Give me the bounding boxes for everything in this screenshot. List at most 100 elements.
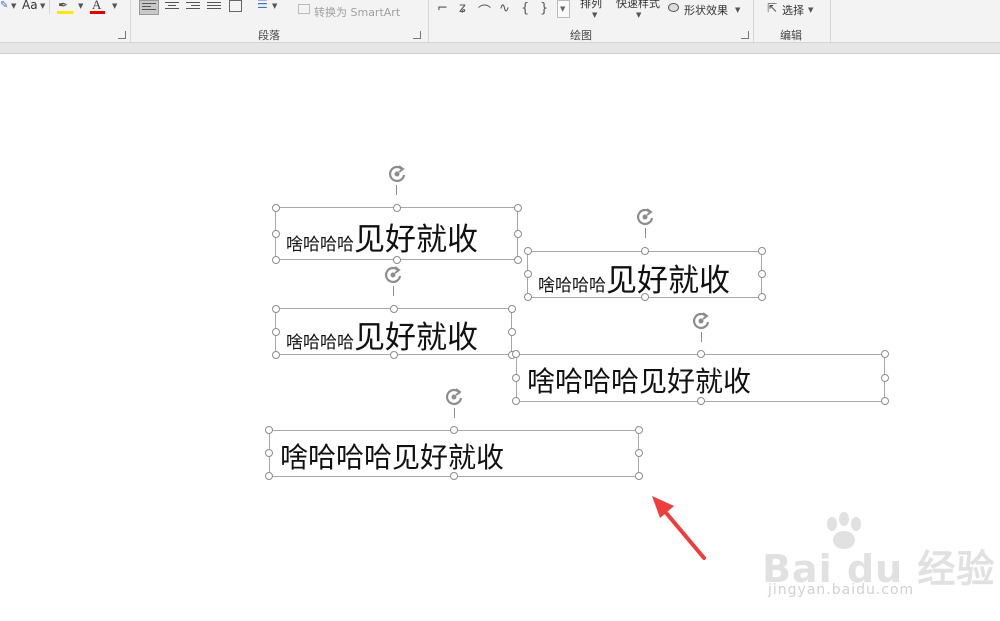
justify-icon[interactable] (207, 0, 221, 12)
resize-handle[interactable] (393, 256, 401, 264)
resize-handle[interactable] (508, 328, 516, 336)
resize-handle[interactable] (758, 293, 766, 301)
chevron-down-icon: ▼ (735, 6, 741, 14)
shape-effects-button[interactable]: 形状效果 (684, 2, 728, 18)
change-case-button[interactable]: Aa (22, 0, 38, 12)
resize-handle[interactable] (265, 449, 273, 457)
rotate-handle-icon[interactable] (386, 163, 408, 185)
right-brace-icon[interactable]: } (540, 1, 548, 16)
resize-handle[interactable] (697, 397, 705, 405)
divider (753, 0, 754, 42)
resize-handle[interactable] (272, 204, 280, 212)
text-box-4-text[interactable]: 啥哈哈哈见好就收 (527, 360, 751, 400)
chevron-down-icon: ▼ (40, 2, 46, 10)
rotate-handle-icon[interactable] (690, 310, 712, 332)
paragraph-dialog-launcher[interactable] (413, 31, 421, 39)
resize-handle[interactable] (272, 230, 280, 238)
resize-handle[interactable] (514, 230, 522, 238)
rotate-handle-icon[interactable] (634, 206, 656, 228)
freeform-shape-icon[interactable]: ⌐ (437, 1, 448, 16)
group-label-drawing: 绘图 (570, 29, 592, 42)
ribbon-bottom-bar (0, 43, 1000, 54)
resize-handle[interactable] (635, 449, 643, 457)
shapes-gallery-more-button[interactable]: ▼ (557, 0, 570, 18)
resize-handle[interactable] (641, 247, 649, 255)
rotate-handle-icon[interactable] (382, 264, 404, 286)
smartart-icon (298, 4, 310, 14)
arc-shape-icon[interactable]: ⌒ (478, 1, 491, 20)
resize-handle[interactable] (265, 426, 273, 434)
text-box-5-text[interactable]: 啥哈哈哈见好就收 (280, 436, 504, 476)
highlight-swatch (57, 11, 73, 14)
scribble-shape-icon[interactable]: ʑ (459, 1, 466, 16)
font-dialog-launcher[interactable] (118, 31, 126, 39)
rotate-handle-icon[interactable] (443, 386, 465, 408)
resize-handle[interactable] (758, 247, 766, 255)
resize-handle[interactable] (514, 204, 522, 212)
quick-styles-button[interactable]: 快速样式 (616, 0, 660, 11)
text-box-2[interactable]: 啥哈哈哈见好就收 (527, 251, 762, 300)
ribbon: ✎ ▼ Aa ▼ ✒ ▼ A ▼ ☰ ▼ 转换为 SmartArt 段落 ⌐ ʑ… (0, 0, 1000, 43)
chevron-down-icon: ▼ (636, 11, 642, 19)
divider (428, 0, 429, 42)
group-label-editing: 编辑 (780, 29, 802, 42)
resize-handle[interactable] (508, 305, 516, 313)
arrange-button[interactable]: 排列 (580, 0, 602, 11)
resize-handle[interactable] (697, 350, 705, 358)
resize-handle[interactable] (393, 204, 401, 212)
watermark-url: jingyan.baidu.com (768, 582, 915, 598)
curve-shape-icon[interactable]: ∿ (499, 1, 510, 16)
align-center-icon[interactable] (165, 0, 179, 12)
text-box-3-text[interactable]: 啥哈哈哈见好就收 (286, 312, 478, 357)
resize-handle[interactable] (635, 472, 643, 480)
chevron-down-icon: ▼ (272, 2, 278, 10)
align-left-icon (142, 1, 156, 13)
align-right-icon[interactable] (186, 0, 200, 12)
resize-handle[interactable] (524, 293, 532, 301)
cursor-icon: ⇱ (767, 1, 778, 15)
drawing-dialog-launcher[interactable] (741, 31, 749, 39)
resize-handle[interactable] (512, 374, 520, 382)
resize-handle[interactable] (758, 270, 766, 278)
rotate-stem (396, 185, 397, 195)
chevron-down-icon: ▼ (560, 5, 566, 13)
rotate-stem (393, 286, 394, 296)
text-box-4[interactable]: 啥哈哈哈见好就收 (516, 354, 885, 402)
resize-handle[interactable] (514, 256, 522, 264)
resize-handle[interactable] (641, 293, 649, 301)
text-box-3[interactable]: 啥哈哈哈见好就收 (275, 308, 512, 357)
resize-handle[interactable] (390, 351, 398, 359)
resize-handle[interactable] (450, 426, 458, 434)
columns-icon[interactable] (229, 0, 242, 12)
convert-smartart-button[interactable]: 转换为 SmartArt (314, 4, 400, 20)
text-small-run: 啥哈哈哈 (286, 235, 354, 255)
resize-handle[interactable] (512, 350, 520, 358)
resize-handle[interactable] (272, 305, 280, 313)
text-large-run: 见好就收 (354, 320, 478, 356)
resize-handle[interactable] (272, 328, 280, 336)
group-label-paragraph: 段落 (258, 29, 280, 42)
text-direction-icon[interactable]: ✎ (0, 0, 8, 11)
resize-handle[interactable] (635, 426, 643, 434)
text-box-5[interactable]: 啥哈哈哈见好就收 (269, 430, 639, 477)
text-box-1[interactable]: 啥哈哈哈见好就收 (275, 207, 518, 260)
rotate-stem (645, 228, 646, 238)
resize-handle[interactable] (881, 350, 889, 358)
resize-handle[interactable] (272, 256, 280, 264)
resize-handle[interactable] (881, 397, 889, 405)
resize-handle[interactable] (524, 247, 532, 255)
text-box-1-text[interactable]: 啥哈哈哈见好就收 (286, 214, 478, 259)
resize-handle[interactable] (881, 374, 889, 382)
resize-handle[interactable] (450, 472, 458, 480)
baidu-watermark: Bai du 经验 jingyan.baidu.com (760, 510, 994, 610)
align-left-button[interactable] (139, 0, 159, 15)
text-box-2-text[interactable]: 啥哈哈哈见好就收 (538, 255, 730, 300)
list-icon[interactable]: ☰ (257, 0, 268, 11)
resize-handle[interactable] (272, 351, 280, 359)
resize-handle[interactable] (524, 270, 532, 278)
select-button[interactable]: 选择 (782, 2, 804, 18)
resize-handle[interactable] (512, 397, 520, 405)
resize-handle[interactable] (265, 472, 273, 480)
left-brace-icon[interactable]: { (521, 1, 529, 16)
resize-handle[interactable] (390, 305, 398, 313)
